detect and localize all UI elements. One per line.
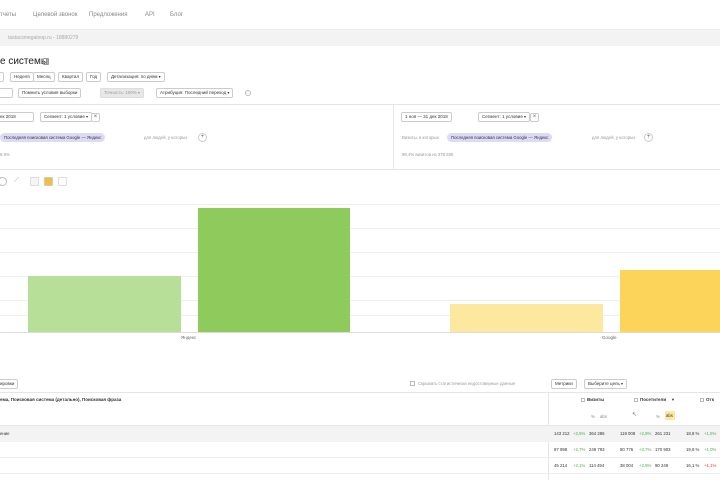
- right-add-condition-icon[interactable]: +: [644, 133, 653, 142]
- cursor-icon: ↖: [632, 412, 638, 418]
- chart-area-icon[interactable]: [30, 177, 39, 186]
- left-more-label: для людей, у которых: [144, 135, 188, 140]
- extra-column-header[interactable]: Отк: [706, 397, 714, 402]
- cell-visits-compare: 249 793: [589, 447, 605, 452]
- users-abs-toggle-active[interactable]: abs: [665, 411, 675, 420]
- left-segment-tag[interactable]: Последняя поисковая система Google — Янд…: [0, 133, 106, 142]
- cell-visits-compare: 114 494: [589, 463, 605, 468]
- cell-extra: 18,8 %: [686, 431, 700, 436]
- chart-line-icon[interactable]: ⟋: [14, 177, 19, 185]
- cell-users-delta: +2,8%: [639, 431, 652, 436]
- table-row-total[interactable]: ение 143 212 +2,5% 364 286 119 008 +2,8%…: [0, 426, 720, 442]
- cell-extra-delta: +1,5%: [704, 431, 717, 436]
- cell-users: 119 008: [620, 431, 636, 436]
- visits-column-header[interactable]: Визиты: [587, 397, 604, 402]
- groupings-button[interactable]: ировки: [0, 379, 19, 389]
- nav-item-api[interactable]: API: [145, 12, 155, 18]
- right-segment-tag[interactable]: Последняя поисковая система Google — Янд…: [447, 133, 553, 142]
- accuracy-dropdown[interactable]: Точность: 100%: [100, 88, 144, 98]
- dimensions-header[interactable]: ема, Поисковая система (детально), Поиск…: [0, 397, 121, 402]
- visits-abs-toggle[interactable]: abs: [600, 414, 607, 419]
- remember-conditions-button[interactable]: Помнить условия выборки: [18, 88, 82, 98]
- gridline: [0, 228, 720, 229]
- right-remove-segment-icon[interactable]: ×: [530, 113, 539, 122]
- period-month-button[interactable]: Месяц: [33, 72, 55, 82]
- breadcrumb: tastacsmegaloop.ru - 18880279: [0, 30, 720, 46]
- users-pct-toggle[interactable]: %: [656, 414, 660, 419]
- cell-visits: 45 214: [554, 463, 568, 468]
- cell-extra: 16,1 %: [686, 463, 700, 468]
- nav-item-reports[interactable]: тчеты: [0, 12, 16, 18]
- hide-unreliable-label: Скрывать статистически недостоверные дан…: [418, 381, 516, 386]
- category-label-yandex: Яндекс: [181, 335, 197, 340]
- page-title: е системы: [0, 56, 49, 67]
- left-remove-segment-icon[interactable]: ×: [91, 113, 100, 122]
- cell-users-compare: 261 231: [655, 431, 671, 436]
- cell-users: 80 776: [620, 447, 634, 452]
- cell-users: 38 004: [620, 463, 634, 468]
- cell-users-compare: 170 903: [655, 447, 671, 452]
- goal-dropdown[interactable]: Выберите цель: [584, 379, 628, 389]
- gridline: [0, 204, 720, 205]
- copy-icon[interactable]: [43, 58, 49, 65]
- chart-area: Яндекс Google: [0, 190, 720, 345]
- cell-visits-compare: 364 286: [589, 431, 605, 436]
- period-day-button[interactable]: [0, 72, 4, 82]
- nav-item-offers[interactable]: Предложения: [89, 12, 127, 18]
- cell-extra: 19,8 %: [686, 447, 700, 452]
- gridline: [0, 252, 720, 253]
- total-label: ение: [0, 431, 10, 436]
- right-more-label: для людей, у которых: [592, 135, 636, 140]
- period-year-button[interactable]: Год: [86, 72, 102, 82]
- cell-visits-delta: +2,7%: [573, 447, 586, 452]
- metrics-button[interactable]: Метрики: [551, 379, 577, 389]
- cell-visits: 143 212: [554, 431, 570, 436]
- segment-button[interactable]: [0, 88, 13, 98]
- cell-visits: 97 998: [554, 447, 568, 452]
- right-visits-share: 98,4% визитов из 378 285: [402, 152, 454, 157]
- detail-dropdown[interactable]: Детализация: по дням: [107, 72, 165, 82]
- hide-unreliable-checkbox[interactable]: [410, 381, 415, 386]
- counter-breadcrumb[interactable]: tastacsmegaloop.ru - 18880279: [8, 35, 78, 41]
- right-visits-prefix: Визиты, в которых: [402, 135, 439, 140]
- right-date-button[interactable]: 1 ноя — 31 дек 2018: [401, 112, 452, 122]
- left-filter-button[interactable]: Сегмент: 1 условие: [40, 112, 92, 122]
- chart-bar-icon[interactable]: [44, 177, 53, 186]
- cell-users-delta: +3,7%: [639, 447, 652, 452]
- users-checkbox[interactable]: [634, 398, 638, 402]
- refresh-icon[interactable]: [0, 177, 7, 186]
- cell-visits-delta: +2,5%: [573, 431, 586, 436]
- chart-pie-icon[interactable]: [58, 177, 67, 186]
- nav-item-blog[interactable]: Блог: [170, 12, 183, 18]
- chart-baseline: [0, 332, 720, 333]
- segments-divider: [393, 104, 394, 170]
- bar-google-2[interactable]: [620, 270, 720, 332]
- bar-yandex-2[interactable]: [198, 208, 350, 332]
- cell-users-delta: +2,8%: [639, 463, 652, 468]
- cell-extra-delta: +1,1%: [704, 463, 717, 468]
- visits-pct-toggle[interactable]: %: [591, 414, 595, 419]
- visits-checkbox[interactable]: [581, 398, 585, 402]
- bar-google-1[interactable]: [450, 304, 603, 332]
- left-visits-share: 8.9%: [0, 152, 10, 157]
- right-filter-button[interactable]: Сегмент: 1 условие: [478, 112, 530, 122]
- cell-visits-delta: +2,1%: [573, 463, 586, 468]
- period-week-button[interactable]: Неделя: [10, 72, 34, 82]
- left-add-condition-icon[interactable]: +: [198, 133, 207, 142]
- attribution-dropdown[interactable]: Атрибуция: Последний переход: [156, 88, 234, 98]
- table-row[interactable]: 97 998 +2,7% 249 793 80 776 +3,7% 170 90…: [0, 442, 720, 458]
- bar-yandex-1[interactable]: [28, 276, 181, 332]
- sort-desc-icon[interactable]: ▼: [671, 397, 675, 402]
- cell-users-compare: 90 249: [655, 463, 669, 468]
- nav-item-target-call[interactable]: Целевой звонок: [33, 12, 77, 18]
- users-column-header[interactable]: Посетители: [640, 397, 666, 402]
- category-label-google: Google: [602, 335, 617, 340]
- extra-checkbox[interactable]: [700, 398, 704, 402]
- table-row[interactable]: 45 214 +2,1% 114 494 38 004 +2,8% 90 249…: [0, 458, 720, 474]
- left-date-button[interactable]: ек 2018: [0, 112, 34, 122]
- period-quarter-button[interactable]: Квартал: [58, 72, 84, 82]
- help-icon[interactable]: [245, 90, 251, 96]
- cell-extra-delta: +1,0%: [704, 447, 717, 452]
- top-nav: тчеты Целевой звонок Предложения API Бло…: [0, 0, 720, 30]
